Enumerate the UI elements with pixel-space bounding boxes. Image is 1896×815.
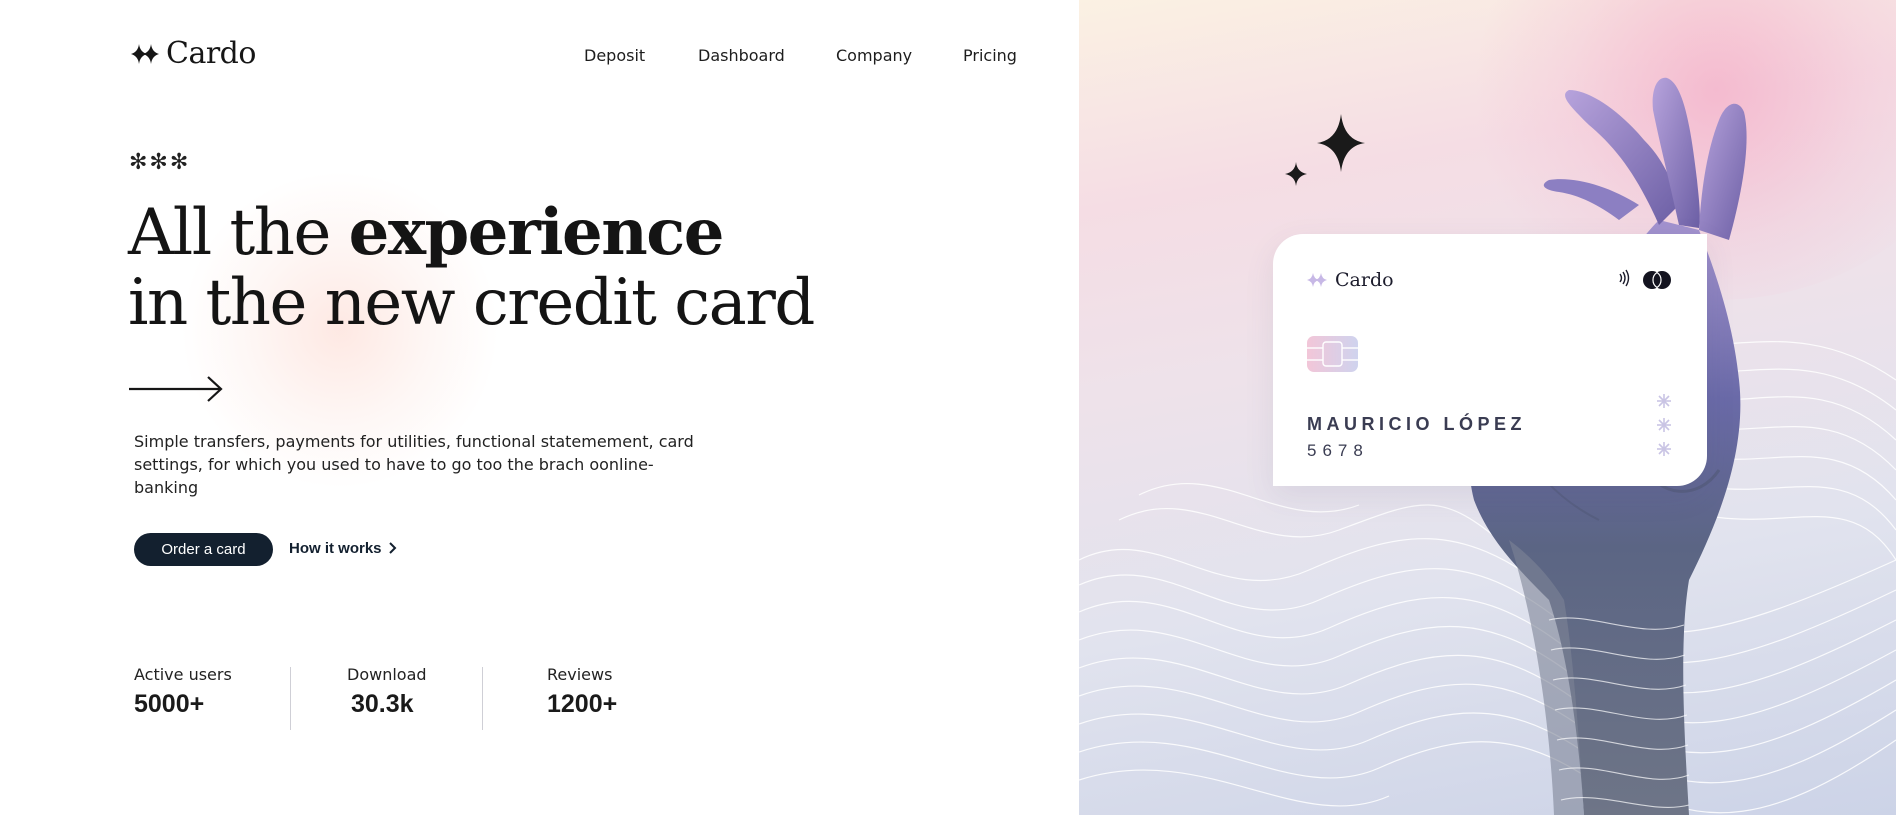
how-it-works-link[interactable]: How it works: [289, 540, 398, 557]
how-it-works-label: How it works: [289, 540, 382, 557]
stat-reviews: Reviews 1200+: [547, 665, 617, 719]
headline-light-text: All the: [128, 196, 349, 270]
stat-label: Download: [347, 665, 427, 684]
stat-active-users: Active users 5000+: [134, 665, 232, 719]
card-asterisk-decoration: [1657, 394, 1671, 456]
card-brand: Cardo: [1307, 269, 1394, 291]
card-holder-name: MAURICIO LÓPEZ: [1307, 414, 1526, 434]
order-card-button[interactable]: Order a card: [134, 533, 273, 566]
hero-panel: Cardo Deposit Dashboard Company Pricing …: [0, 0, 1079, 815]
stat-value: 30.3k: [351, 690, 414, 718]
credit-card: Cardo MAURICIO LÓPEZ 5678: [1273, 234, 1707, 486]
brand-logo[interactable]: Cardo: [130, 36, 256, 71]
hero-description: Simple transfers, payments for utilities…: [134, 432, 694, 497]
stat-divider: [290, 667, 291, 730]
headline-line-1: All the experience: [128, 195, 814, 270]
nav-item-deposit[interactable]: Deposit: [584, 46, 645, 65]
stat-downloads: Download 30.3k: [347, 665, 427, 719]
nav-item-pricing[interactable]: Pricing: [963, 46, 1017, 65]
stat-label: Reviews: [547, 665, 613, 684]
card-brand-name: Cardo: [1335, 269, 1394, 291]
nav-item-dashboard[interactable]: Dashboard: [698, 46, 785, 65]
stat-label: Active users: [134, 665, 232, 684]
card-network-icon: [1643, 271, 1671, 289]
headline-bold-text: experience: [348, 195, 725, 270]
card-number: 5678: [1307, 441, 1369, 460]
chevron-right-icon: [388, 542, 397, 554]
stat-value: 1200+: [547, 690, 618, 718]
brand-name: Cardo: [166, 36, 256, 71]
stat-divider: [482, 667, 483, 730]
headline-line-2: in the new credit card: [128, 266, 815, 340]
chip-icon: [1307, 336, 1358, 372]
hero-headline: All the experience in the new credit car…: [128, 195, 815, 340]
stat-value: 5000+: [134, 690, 205, 718]
four-point-star-icon: [131, 43, 159, 64]
four-point-star-icon: [1307, 273, 1327, 287]
contactless-icon: [1619, 269, 1630, 287]
long-arrow-right-icon: [129, 376, 223, 402]
nav-item-company[interactable]: Company: [836, 46, 912, 65]
decorative-asterisks: ✻✻✻: [129, 150, 191, 175]
